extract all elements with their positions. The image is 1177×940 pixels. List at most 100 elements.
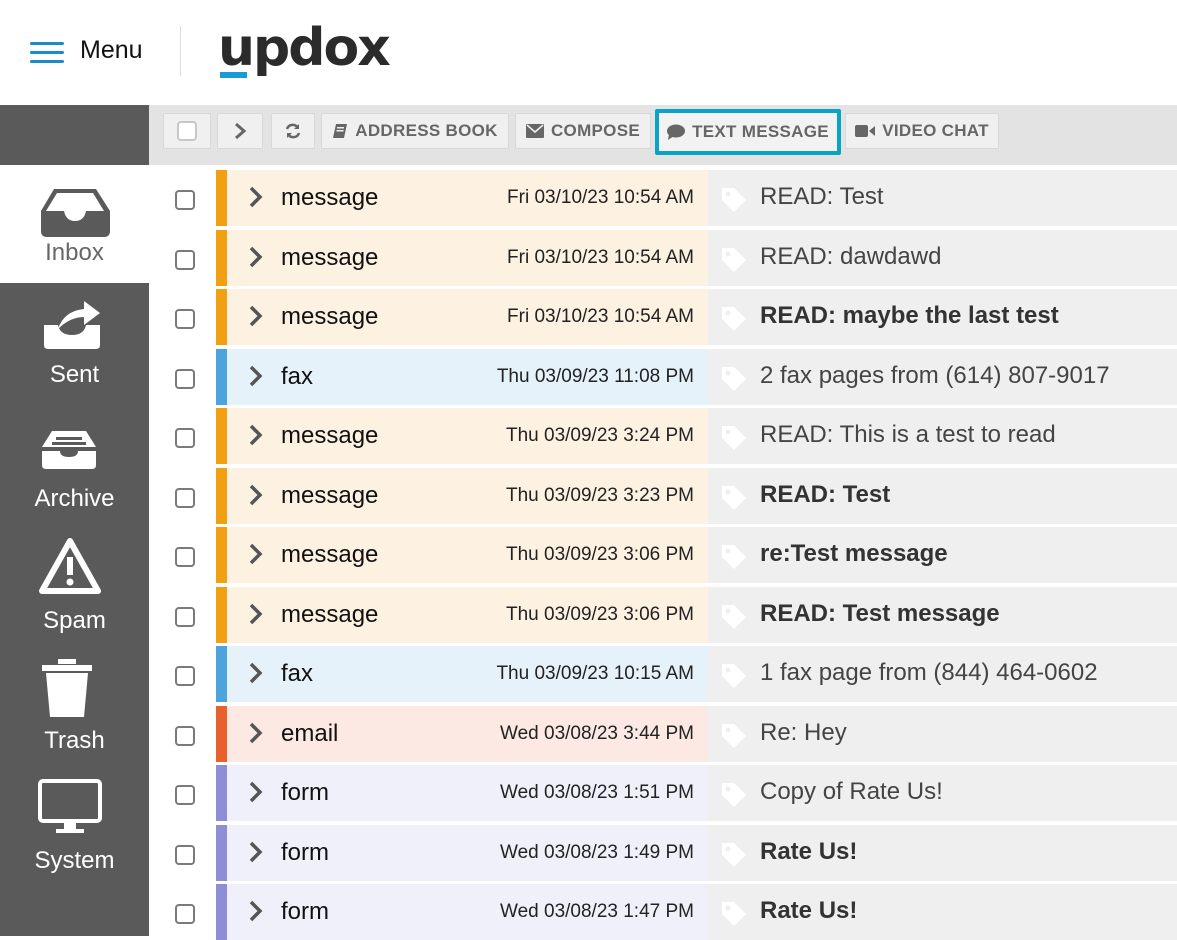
row-subject-cell[interactable]: Rate Us! — [708, 884, 1177, 940]
chevron-right-icon[interactable] — [249, 484, 263, 506]
chevron-right-icon[interactable] — [249, 424, 263, 446]
row-type-cell[interactable]: form Wed 03/08/23 1:47 PM — [227, 884, 708, 940]
sidebar-item-archive[interactable]: Archive — [0, 401, 149, 519]
row-type-cell[interactable]: email Wed 03/08/23 3:44 PM — [227, 705, 708, 762]
compose-button[interactable]: COMPOSE — [515, 113, 651, 149]
table-row[interactable]: message Fri 03/10/23 10:54 AM READ: Test — [149, 170, 1177, 226]
tag-icon[interactable] — [720, 900, 748, 926]
table-row[interactable]: fax Thu 03/09/23 11:08 PM 2 fax pages fr… — [149, 348, 1177, 405]
row-subject-cell[interactable]: READ: Test — [708, 467, 1177, 524]
row-checkbox[interactable] — [175, 904, 195, 924]
row-type-cell[interactable]: message Fri 03/10/23 10:54 AM — [227, 170, 708, 226]
row-checkbox[interactable] — [175, 725, 195, 746]
row-checkbox[interactable] — [175, 666, 195, 686]
chevron-right-icon[interactable] — [249, 305, 263, 327]
message-subject: READ: This is a test to read — [760, 421, 1056, 448]
row-type-cell[interactable]: message Thu 03/09/23 3:06 PM — [227, 527, 708, 583]
video-chat-button[interactable]: VIDEO CHAT — [845, 113, 999, 149]
chevron-right-icon[interactable] — [249, 365, 263, 387]
select-all-checkbox[interactable] — [177, 121, 197, 141]
row-subject-cell[interactable]: Copy of Rate Us! — [708, 765, 1177, 821]
row-subject-cell[interactable]: 1 fax page from (844) 464-0602 — [708, 646, 1177, 702]
sidebar-item-system[interactable]: System — [0, 763, 149, 881]
row-type-cell[interactable]: message Thu 03/09/23 3:06 PM — [227, 586, 708, 643]
row-type-cell[interactable]: message Thu 03/09/23 3:23 PM — [227, 467, 708, 524]
row-checkbox[interactable] — [175, 844, 195, 865]
chevron-right-icon[interactable] — [249, 603, 263, 625]
sidebar-item-sent[interactable]: Sent — [0, 283, 149, 401]
tag-icon[interactable] — [720, 543, 748, 569]
sidebar-item-label: Archive — [34, 485, 115, 512]
chevron-right-icon[interactable] — [249, 841, 263, 863]
sidebar-item-spam[interactable]: Spam — [0, 521, 149, 639]
sidebar-item-trash[interactable]: Trash — [0, 643, 149, 761]
row-subject-cell[interactable]: READ: This is a test to read — [708, 408, 1177, 464]
row-subject-cell[interactable]: 2 fax pages from (614) 807-9017 — [708, 348, 1177, 405]
tag-icon[interactable] — [720, 305, 748, 331]
expand-button[interactable] — [217, 113, 263, 149]
tag-icon[interactable] — [720, 186, 748, 212]
address-book-button[interactable]: ADDRESS BOOK — [321, 113, 509, 149]
table-row[interactable]: message Thu 03/09/23 3:23 PM READ: Test — [149, 467, 1177, 524]
row-checkbox[interactable] — [175, 487, 195, 508]
table-row[interactable]: form Wed 03/08/23 1:49 PM Rate Us! — [149, 824, 1177, 881]
row-checkbox[interactable] — [175, 785, 195, 805]
row-type-cell[interactable]: message Fri 03/10/23 10:54 AM — [227, 229, 708, 286]
tag-icon[interactable] — [720, 781, 748, 807]
message-date: Thu 03/09/23 3:24 PM — [505, 425, 694, 446]
chevron-right-icon[interactable] — [249, 781, 263, 803]
table-row[interactable]: form Wed 03/08/23 1:47 PM Rate Us! — [149, 884, 1177, 940]
row-checkbox[interactable] — [175, 249, 195, 270]
row-checkbox[interactable] — [175, 368, 195, 389]
row-subject-cell[interactable]: re:Test message — [708, 527, 1177, 583]
row-type-cell[interactable]: form Wed 03/08/23 1:51 PM — [227, 765, 708, 821]
table-row[interactable]: fax Thu 03/09/23 10:15 AM 1 fax page fro… — [149, 646, 1177, 702]
chevron-right-icon[interactable] — [249, 186, 263, 208]
row-checkbox[interactable] — [175, 309, 195, 329]
tag-icon[interactable] — [720, 424, 748, 450]
chevron-right-icon[interactable] — [249, 662, 263, 684]
table-row[interactable]: message Fri 03/10/23 10:54 AM READ: mayb… — [149, 289, 1177, 345]
row-checkbox[interactable] — [175, 190, 195, 210]
row-checkbox[interactable] — [175, 428, 195, 448]
select-all-button[interactable] — [163, 113, 211, 149]
tag-icon[interactable] — [720, 841, 748, 867]
row-subject-cell[interactable]: Re: Hey — [708, 705, 1177, 762]
row-type-cell[interactable]: fax Thu 03/09/23 10:15 AM — [227, 646, 708, 702]
chevron-right-icon[interactable] — [249, 543, 263, 565]
row-subject-cell[interactable]: Rate Us! — [708, 824, 1177, 881]
tag-icon[interactable] — [720, 662, 748, 688]
table-row[interactable]: message Fri 03/10/23 10:54 AM READ: dawd… — [149, 229, 1177, 286]
row-subject-cell[interactable]: READ: dawdawd — [708, 229, 1177, 286]
tag-icon[interactable] — [720, 365, 748, 391]
row-type-cell[interactable]: message Fri 03/10/23 10:54 AM — [227, 289, 708, 345]
row-subject-cell[interactable]: READ: maybe the last test — [708, 289, 1177, 345]
tag-icon[interactable] — [720, 603, 748, 629]
row-type-cell[interactable]: fax Thu 03/09/23 11:08 PM — [227, 348, 708, 405]
tag-icon[interactable] — [720, 484, 748, 510]
row-checkbox[interactable] — [175, 547, 195, 567]
chevron-right-icon[interactable] — [249, 246, 263, 268]
table-row[interactable]: message Thu 03/09/23 3:06 PM re:Test mes… — [149, 527, 1177, 583]
table-row[interactable]: email Wed 03/08/23 3:44 PM Re: Hey — [149, 705, 1177, 762]
chevron-right-icon[interactable] — [249, 900, 263, 922]
row-type-cell[interactable]: form Wed 03/08/23 1:49 PM — [227, 824, 708, 881]
header-divider — [180, 26, 181, 76]
address-book-label: ADDRESS BOOK — [355, 121, 498, 140]
table-row[interactable]: message Thu 03/09/23 3:06 PM READ: Test … — [149, 586, 1177, 643]
sidebar-item-inbox[interactable]: Inbox — [0, 165, 149, 283]
tag-icon[interactable] — [720, 722, 748, 748]
message-date: Wed 03/08/23 1:49 PM — [500, 841, 694, 863]
row-checkbox[interactable] — [175, 606, 195, 627]
refresh-button[interactable] — [271, 113, 315, 149]
row-type-cell[interactable]: message Thu 03/09/23 3:24 PM — [227, 408, 708, 464]
chevron-right-icon[interactable] — [249, 722, 263, 744]
text-message-button[interactable]: TEXT MESSAGE — [655, 109, 841, 155]
row-subject-cell[interactable]: READ: Test — [708, 170, 1177, 226]
updox-logo[interactable]: updox — [218, 18, 391, 78]
table-row[interactable]: message Thu 03/09/23 3:24 PM READ: This … — [149, 408, 1177, 464]
tag-icon[interactable] — [720, 246, 748, 272]
menu-button[interactable]: Menu — [30, 36, 143, 65]
row-subject-cell[interactable]: READ: Test message — [708, 586, 1177, 643]
table-row[interactable]: form Wed 03/08/23 1:51 PM Copy of Rate U… — [149, 765, 1177, 821]
